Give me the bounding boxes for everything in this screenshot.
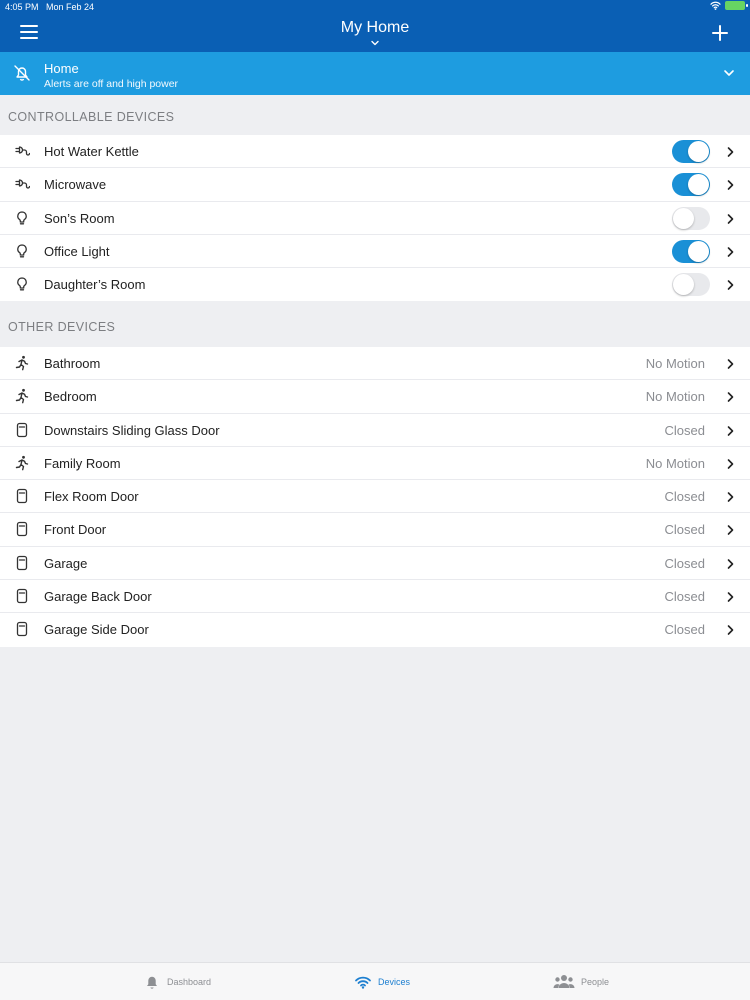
- device-row[interactable]: Flex Room Door Closed: [0, 480, 750, 514]
- battery-icon: [725, 1, 748, 10]
- tab-label: People: [581, 977, 610, 987]
- chevron-right-icon[interactable]: [726, 624, 735, 636]
- device-row[interactable]: Garage Side Door Closed: [0, 613, 750, 646]
- device-row[interactable]: Son’s Room: [0, 202, 750, 235]
- chevron-right-icon[interactable]: [726, 179, 735, 191]
- device-name: Son’s Room: [44, 210, 115, 226]
- wifi-icon: [355, 976, 371, 989]
- device-status: Closed: [664, 422, 705, 438]
- device-row[interactable]: Microwave: [0, 168, 750, 202]
- door-sensor-icon: [16, 422, 28, 437]
- app-header: 4:05 PM Mon Feb 24 My Home: [0, 0, 750, 52]
- device-name: Daughter’s Room: [44, 277, 146, 293]
- tab-dashboard[interactable]: Dashboard: [143, 963, 211, 1000]
- power-toggle[interactable]: [672, 239, 710, 263]
- plug-icon: [15, 146, 30, 156]
- device-row[interactable]: Hot Water Kettle: [0, 135, 750, 169]
- device-row[interactable]: Office Light: [0, 235, 750, 269]
- power-toggle[interactable]: [672, 173, 710, 197]
- status-icons: [710, 1, 748, 10]
- controllable-devices-list: Hot Water Kettle Microwave Son’s Room Offic…: [0, 135, 750, 302]
- chevron-right-icon[interactable]: [726, 558, 735, 570]
- device-name: Bathroom: [44, 356, 101, 371]
- section-header-controllable: CONTROLLABLE DEVICES: [8, 110, 175, 124]
- device-row[interactable]: Front Door Closed: [0, 513, 750, 547]
- device-name: Garage: [44, 555, 88, 571]
- device-row[interactable]: Daughter’s Room: [0, 268, 750, 301]
- door-sensor-icon: [16, 555, 28, 570]
- tab-label: Dashboard: [167, 977, 212, 987]
- light-bulb-icon: [17, 277, 27, 291]
- device-status: Closed: [664, 589, 705, 605]
- tab-devices[interactable]: Devices: [354, 963, 410, 1000]
- chevron-right-icon[interactable]: [726, 358, 735, 370]
- status-date: Mon Feb 24: [46, 2, 95, 12]
- mode-name: Home: [44, 61, 79, 76]
- motion-sensor-icon: [15, 355, 29, 371]
- device-name: Office Light: [44, 243, 110, 259]
- device-row[interactable]: Bathroom No Motion: [0, 347, 750, 381]
- device-row[interactable]: Family Room No Motion: [0, 447, 750, 481]
- device-name: Front Door: [44, 522, 107, 538]
- bell-icon: [147, 976, 157, 989]
- motion-sensor-icon: [15, 389, 29, 404]
- chevron-right-icon[interactable]: [726, 425, 735, 437]
- power-toggle[interactable]: [672, 140, 710, 163]
- tab-people[interactable]: People: [553, 963, 609, 1000]
- device-status: Closed: [664, 622, 705, 638]
- power-toggle[interactable]: [672, 206, 710, 230]
- other-devices-list: Bathroom No Motion Bedroom No Motion Downsta…: [0, 347, 750, 647]
- device-name: Bedroom: [44, 389, 97, 405]
- status-time: 4:05 PM: [5, 2, 39, 12]
- chevron-right-icon[interactable]: [726, 213, 735, 225]
- mode-description: Alerts are off and high power: [44, 78, 179, 90]
- chevron-down-icon[interactable]: [722, 67, 736, 79]
- device-status: No Motion: [645, 389, 705, 405]
- chevron-right-icon[interactable]: [726, 246, 735, 258]
- light-bulb-icon: [17, 210, 27, 225]
- bell-off-icon: [14, 65, 30, 81]
- chevron-right-icon[interactable]: [726, 279, 735, 291]
- device-status: No Motion: [645, 455, 705, 471]
- device-name: Microwave: [44, 177, 107, 193]
- device-row[interactable]: Garage Back Door Closed: [0, 580, 750, 614]
- mode-banner[interactable]: Home Alerts are off and high power: [0, 52, 750, 95]
- device-row[interactable]: Downstairs Sliding Glass Door Closed: [0, 414, 750, 447]
- device-row[interactable]: Garage Closed: [0, 547, 750, 581]
- chevron-right-icon[interactable]: [726, 146, 735, 158]
- device-name: Downstairs Sliding Glass Door: [44, 422, 220, 438]
- chevron-down-icon[interactable]: [369, 38, 381, 48]
- tab-bar: Dashboard Devices People: [0, 962, 750, 1000]
- plug-icon: [15, 179, 30, 189]
- section-header-other: OTHER DEVICES: [8, 320, 116, 334]
- door-sensor-icon: [16, 588, 28, 604]
- door-sensor-icon: [16, 622, 28, 637]
- device-name: Garage Back Door: [44, 589, 152, 605]
- device-status: No Motion: [645, 356, 705, 371]
- device-status: Closed: [664, 489, 705, 505]
- device-status: Closed: [664, 555, 705, 571]
- door-sensor-icon: [16, 489, 28, 504]
- tab-label: Devices: [378, 977, 411, 987]
- add-button[interactable]: [712, 25, 728, 41]
- device-row[interactable]: Bedroom No Motion: [0, 380, 750, 414]
- status-bar: 4:05 PM Mon Feb 24: [0, 0, 750, 14]
- door-sensor-icon: [16, 522, 28, 537]
- device-name: Family Room: [44, 455, 121, 471]
- motion-sensor-icon: [15, 455, 29, 471]
- device-name: Garage Side Door: [44, 622, 149, 638]
- people-icon: [553, 975, 575, 988]
- chevron-right-icon[interactable]: [726, 491, 735, 503]
- light-bulb-icon: [17, 244, 27, 258]
- page-title[interactable]: My Home: [0, 19, 750, 37]
- chevron-right-icon[interactable]: [726, 391, 735, 403]
- power-toggle[interactable]: [672, 273, 710, 297]
- chevron-right-icon[interactable]: [726, 524, 735, 536]
- device-name: Flex Room Door: [44, 489, 139, 505]
- chevron-right-icon[interactable]: [726, 458, 735, 470]
- device-name: Hot Water Kettle: [44, 144, 139, 159]
- chevron-right-icon[interactable]: [726, 591, 735, 603]
- wifi-status-icon: [710, 1, 721, 10]
- device-status: Closed: [664, 522, 705, 538]
